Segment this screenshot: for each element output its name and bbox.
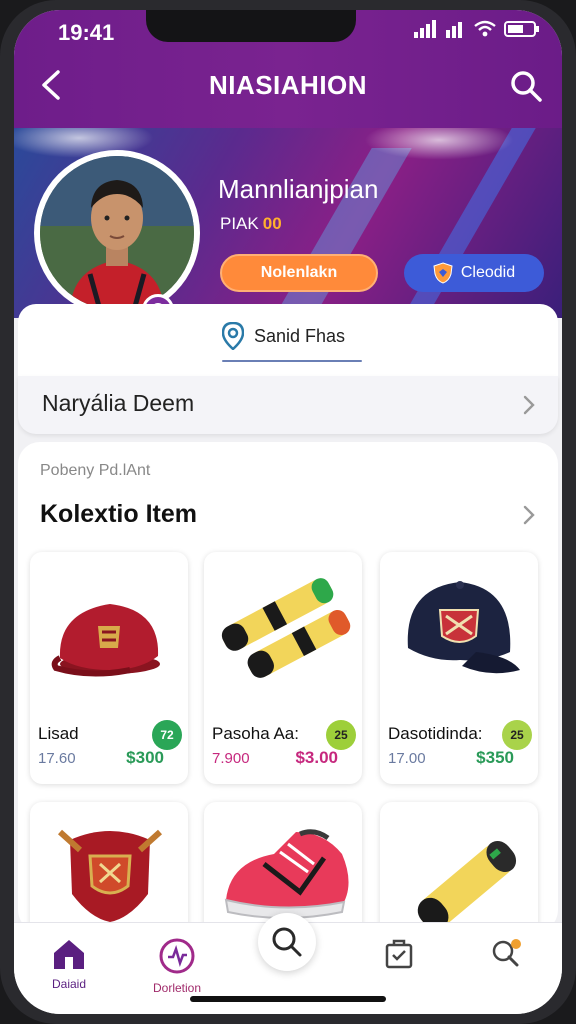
item-name: Pasoha Aa: (212, 724, 299, 743)
nav-search-alert[interactable] (462, 937, 552, 971)
nav-activity[interactable]: Dorletion (132, 937, 222, 995)
collection-title: Kolextio Item (40, 500, 197, 528)
nav-search[interactable] (258, 913, 316, 971)
location[interactable]: Sanid Fhas (222, 322, 345, 350)
info-row-label: Naryália Deem (42, 390, 195, 416)
avatar[interactable] (34, 150, 200, 316)
clipboard-icon (385, 939, 413, 969)
profile-rank: PIAK 00 (220, 214, 282, 234)
location-underline (222, 360, 362, 362)
navy-cap-icon (407, 581, 520, 674)
location-text: Sanid Fhas (254, 325, 346, 346)
secondary-button-label: Cleodid (460, 264, 516, 281)
search-icon (272, 927, 302, 957)
chevron-right-icon[interactable] (522, 504, 536, 526)
nav-home[interactable]: Daiaid (24, 937, 114, 991)
top-bar: 19:41 NIASIAHION (14, 10, 562, 128)
item-tag: 25 (326, 720, 356, 750)
red-cap-icon (51, 604, 160, 677)
rank-value: 00 (262, 214, 282, 233)
wifi-icon (474, 20, 496, 37)
collection-panel: Pobeny Pd.lAnt Kolextio Item Lisad 17.60… (18, 442, 558, 952)
item-card[interactable]: Dasotidinda: 17.00 $350 25 (380, 552, 538, 784)
item-tag: 25 (502, 720, 532, 750)
rank-label: PIAK (220, 214, 259, 233)
battery-icon (504, 21, 539, 37)
player-portrait-icon (40, 156, 194, 310)
item-name: Lisad (38, 724, 79, 743)
collection-subtitle: Pobeny Pd.lAnt (40, 462, 151, 479)
item-price: $300 (126, 748, 164, 767)
chevron-right-icon (523, 395, 535, 415)
item-price: $3.00 (295, 748, 338, 767)
home-icon (54, 940, 84, 969)
item-old-price: 17.60 (38, 750, 76, 767)
info-row[interactable]: Naryália Deem (18, 376, 558, 434)
activity-icon (159, 938, 195, 974)
item-card[interactable]: Pasoha Aa: 7.900 $3.00 25 (204, 552, 362, 784)
status-time: 19:41 (58, 20, 115, 45)
profile-hero: Mannlianjpian PIAK 00 Nolenlakn Cleodid (14, 128, 562, 318)
signal-icon-2 (446, 22, 462, 38)
bottom-nav: Daiaid Dorletion (14, 913, 562, 1014)
location-card: Sanid Fhas (18, 304, 558, 378)
page-title: NIASIAHION (208, 70, 368, 100)
search-alert-icon (492, 939, 521, 967)
signal-icon (414, 20, 436, 38)
item-old-price: 17.00 (388, 750, 426, 767)
search-icon[interactable] (508, 68, 544, 104)
screen: 19:41 NIASIAHION Mannlianjpian PIAK 00 N… (14, 10, 562, 1014)
status-icons (414, 20, 540, 38)
nav-home-label: Daiaid (51, 977, 87, 991)
wrist-bands-icon (221, 578, 351, 678)
secondary-button[interactable]: Cleodid (404, 254, 544, 292)
nav-clipboard[interactable] (354, 937, 444, 971)
shield-icon (433, 262, 453, 284)
stadium-light (364, 128, 514, 160)
profile-name: Mannlianjpian (218, 174, 379, 204)
notch (146, 10, 356, 42)
location-pin-icon (222, 322, 244, 350)
home-indicator (190, 996, 386, 1002)
item-tag: 72 (152, 720, 182, 750)
item-card[interactable]: Lisad 17.60 $300 72 (30, 552, 188, 784)
item-old-price: 7.900 (212, 750, 250, 767)
phone-frame: 19:41 NIASIAHION Mannlianjpian PIAK 00 N… (0, 0, 576, 1024)
primary-button[interactable]: Nolenlakn (220, 254, 378, 292)
nav-activity-label: Dorletion (152, 981, 202, 995)
item-name: Dasotidinda: (388, 724, 483, 743)
item-price: $350 (476, 748, 514, 767)
avatar-image (40, 156, 194, 310)
